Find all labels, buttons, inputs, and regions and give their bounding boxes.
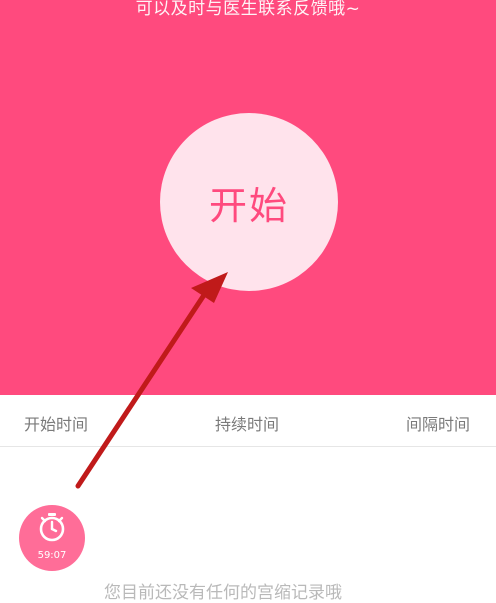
column-interval: 间隔时间 (406, 415, 471, 434)
hero-tip-text: 可以及时与医生联系反馈哦~ (135, 0, 361, 19)
start-button-label: 开始 (208, 183, 289, 228)
timer-time: 59:07 (37, 550, 67, 561)
empty-state-message: 您目前还没有任何的宫缩记录哦 (104, 583, 342, 603)
records-header: 开始时间 持续时间 间隔时间 (0, 395, 496, 447)
timer-button[interactable]: 59:07 (19, 505, 85, 571)
column-start-time: 开始时间 (24, 415, 89, 434)
hero-panel: 可以及时与医生联系反馈哦~ 开始 (0, 0, 496, 395)
column-duration: 持续时间 (215, 415, 280, 434)
stopwatch-icon (39, 513, 65, 542)
start-button[interactable]: 开始 (160, 113, 338, 291)
